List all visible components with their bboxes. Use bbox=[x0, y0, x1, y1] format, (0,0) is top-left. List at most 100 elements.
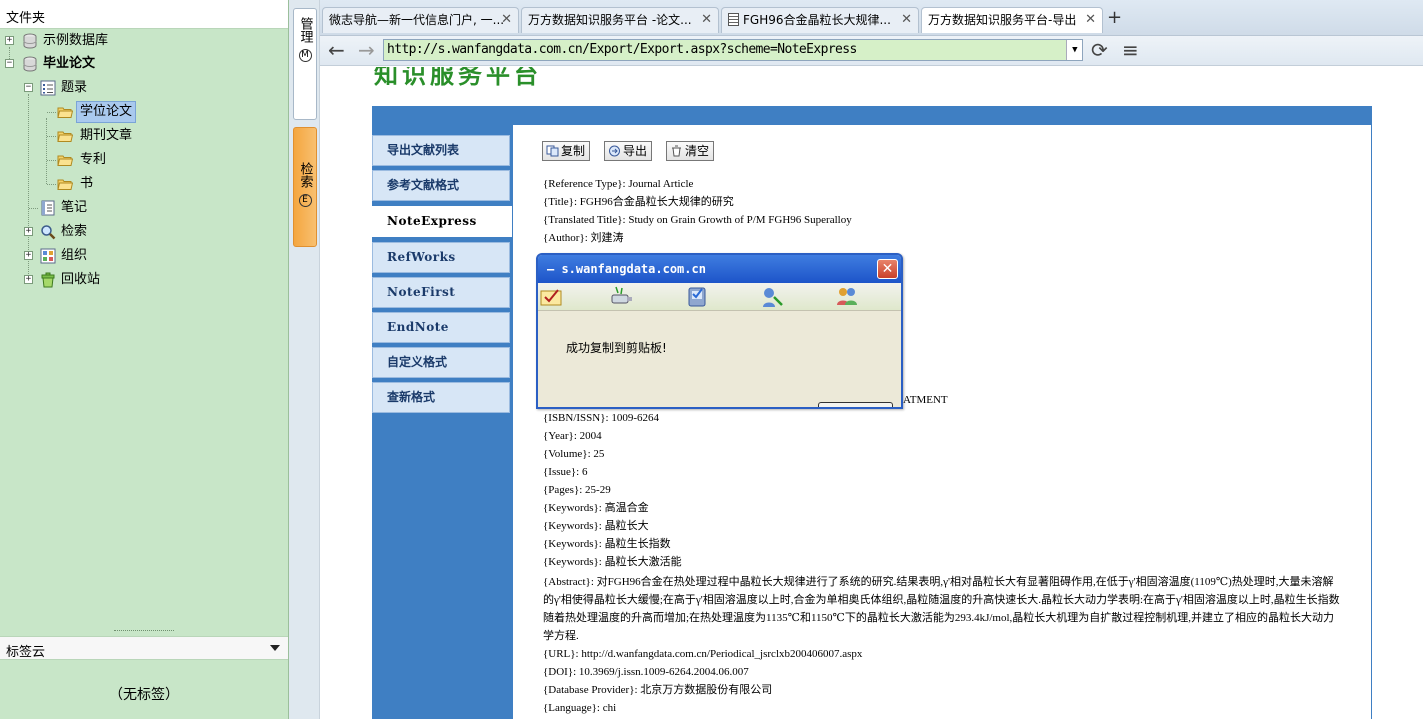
clear-button-label: 清空 bbox=[685, 144, 710, 158]
dropdown-arrow-icon[interactable] bbox=[270, 645, 280, 651]
collapse-toggle[interactable]: − bbox=[24, 83, 33, 92]
close-tab-icon[interactable]: ✕ bbox=[1085, 8, 1096, 32]
ref-line: {Language}: chi bbox=[543, 702, 617, 714]
browser-tab-title: 万方数据知识服务平台-导出 bbox=[928, 13, 1077, 27]
expand-toggle[interactable]: + bbox=[24, 275, 33, 284]
chevron-down-icon[interactable]: ▼ bbox=[1066, 40, 1082, 60]
browser-tab[interactable]: FGH96合金晶粒长大规律... ✕ bbox=[721, 7, 919, 33]
browser-tab-active[interactable]: 万方数据知识服务平台-导出 ✕ bbox=[921, 7, 1103, 33]
ref-line: {DOI}: 10.3969/j.issn.1009-6264.2004.06.… bbox=[543, 666, 749, 678]
ok-button[interactable] bbox=[818, 402, 893, 407]
menu-item-custom-format[interactable]: 自定义格式 bbox=[372, 347, 510, 378]
tag-cloud-header[interactable]: 标签云 bbox=[0, 636, 288, 660]
database-icon bbox=[23, 56, 37, 72]
expand-toggle[interactable]: + bbox=[24, 227, 33, 236]
ref-line: {Issue}: 6 bbox=[543, 466, 588, 478]
list-icon bbox=[40, 80, 56, 96]
folder-tree: + 示例数据库 − 毕业论文 − 题录 学位论文 期刊文章 专利 书 笔记 + … bbox=[0, 30, 288, 630]
close-tab-icon[interactable]: ✕ bbox=[901, 8, 912, 32]
browser-tab-title: FGH96合金晶粒长大规律... bbox=[743, 13, 891, 27]
tree-item-records[interactable]: − 题录 bbox=[0, 77, 289, 99]
tree-item-label: 示例数据库 bbox=[43, 33, 109, 48]
folder-open-icon bbox=[57, 155, 73, 166]
forward-button[interactable]: → bbox=[358, 39, 375, 61]
browser-tab-title: 万方数据知识服务平台 -论文... bbox=[528, 13, 692, 27]
menu-item-noteexpress[interactable]: NoteExpress bbox=[372, 206, 512, 237]
expand-toggle[interactable]: + bbox=[24, 251, 33, 260]
export-button[interactable]: 导出 bbox=[604, 141, 653, 161]
ref-line: {Translated Title}: Study on Grain Growt… bbox=[543, 214, 852, 226]
clear-button[interactable]: 清空 bbox=[666, 141, 715, 161]
recycle-bin-icon bbox=[41, 272, 55, 288]
collapse-toggle[interactable]: − bbox=[5, 59, 14, 68]
browser-tab[interactable]: 万方数据知识服务平台 -论文... ✕ bbox=[521, 7, 719, 33]
tree-item-label: 期刊文章 bbox=[80, 128, 133, 143]
browser-tab-title: 微志导航—新一代信息门户, 一... bbox=[329, 13, 505, 27]
side-tab-strip: 管理 M 检索 E bbox=[289, 0, 320, 719]
tree-item-organize[interactable]: + 组织 bbox=[0, 245, 289, 267]
computer-check-icon bbox=[688, 287, 706, 307]
ref-line: {ISBN/ISSN}: 1009-6264 bbox=[543, 412, 659, 424]
tree-item-books[interactable]: 书 bbox=[0, 173, 289, 195]
tree-item-sample-database[interactable]: + 示例数据库 bbox=[0, 30, 289, 52]
tree-item-thesis[interactable]: − 毕业论文 bbox=[0, 53, 289, 75]
reload-button[interactable]: ⟳ bbox=[1091, 39, 1108, 61]
page-header-band bbox=[372, 106, 1372, 125]
folder-panel-header: 文件夹 bbox=[0, 0, 288, 29]
folder-open-icon bbox=[57, 107, 73, 118]
menu-item-endnote[interactable]: EndNote bbox=[372, 312, 510, 343]
tree-item-label: 专利 bbox=[80, 152, 107, 167]
ref-line: {Keywords}: 晶粒长大激活能 bbox=[543, 556, 682, 568]
tree-item-notes[interactable]: 笔记 bbox=[0, 197, 289, 219]
tree-item-dissertations[interactable]: 学位论文 bbox=[0, 101, 289, 123]
menu-item-export-list[interactable]: 导出文献列表 bbox=[372, 135, 510, 166]
menu-item-refworks[interactable]: RefWorks bbox=[372, 242, 510, 273]
alert-dialog: – s.wanfangdata.com.cn ✕ 成功复制到剪贴板! bbox=[536, 253, 903, 409]
copy-icon bbox=[546, 145, 559, 157]
tab-manage[interactable]: 管理 M bbox=[293, 8, 317, 120]
close-icon[interactable]: ✕ bbox=[877, 259, 898, 279]
tree-item-label: 笔记 bbox=[61, 200, 88, 215]
abstract-text: {Abstract}: 对FGH96合金在热处理过程中晶粒长大规律进行了系统的研… bbox=[543, 576, 1340, 642]
back-button[interactable]: ← bbox=[328, 39, 345, 61]
tree-item-label: 题录 bbox=[61, 80, 88, 95]
export-content: 复制 导出 清空 {Reference Type}: Journal Artic… bbox=[512, 125, 1372, 719]
database-icon bbox=[23, 33, 37, 49]
tag-cloud-empty-text: （无标签） bbox=[109, 687, 179, 703]
close-tab-icon[interactable]: ✕ bbox=[501, 8, 512, 32]
tree-item-search[interactable]: + 检索 bbox=[0, 221, 289, 243]
ref-line: {URL}: http://d.wanfangdata.com.cn/Perio… bbox=[543, 648, 863, 660]
tab-search[interactable]: 检索 E bbox=[293, 127, 317, 247]
folder-panel: 文件夹 + 示例数据库 − 毕业论文 − 题录 学位论文 期刊文章 专利 书 笔… bbox=[0, 0, 289, 719]
browser-tab-bar: 微志导航—新一代信息门户, 一... ✕ 万方数据知识服务平台 -论文... ✕… bbox=[320, 0, 1423, 36]
tree-item-journal-articles[interactable]: 期刊文章 bbox=[0, 125, 289, 147]
export-format-menu: 导出文献列表 参考文献格式 NoteExpress RefWorks NoteF… bbox=[372, 125, 512, 719]
magnifier-icon bbox=[41, 225, 56, 240]
usb-drive-icon bbox=[611, 286, 632, 304]
expand-toggle[interactable]: + bbox=[5, 36, 14, 45]
menu-item-novelty-format[interactable]: 查新格式 bbox=[372, 382, 510, 413]
dialog-title: – s.wanfangdata.com.cn bbox=[538, 255, 901, 283]
ref-line: {Pages}: 25-29 bbox=[543, 484, 611, 496]
ref-line: {Reference Type}: Journal Article bbox=[543, 178, 694, 190]
export-icon bbox=[609, 145, 620, 157]
browser-tab[interactable]: 微志导航—新一代信息门户, 一... ✕ bbox=[322, 7, 519, 33]
address-bar[interactable]: http://s.wanfangdata.com.cn/Export/Expor… bbox=[383, 39, 1083, 61]
menu-button[interactable]: ≡ bbox=[1122, 39, 1139, 61]
tree-item-label: 检索 bbox=[61, 224, 88, 239]
close-tab-icon[interactable]: ✕ bbox=[701, 8, 712, 32]
tree-item-recycle-bin[interactable]: + 回收站 bbox=[0, 269, 289, 291]
ref-line: {Title}: FGH96合金晶粒长大规律的研究 bbox=[543, 196, 734, 208]
panel-splitter[interactable] bbox=[114, 630, 174, 633]
menu-item-reference-format[interactable]: 参考文献格式 bbox=[372, 170, 510, 201]
ref-line: {Year}: 2004 bbox=[543, 430, 602, 442]
menu-item-notefirst[interactable]: NoteFirst bbox=[372, 277, 510, 308]
dialog-message: 成功复制到剪贴板! bbox=[566, 341, 667, 355]
tab-manage-shortcut: M bbox=[298, 49, 312, 62]
new-tab-button[interactable]: + bbox=[1107, 8, 1122, 28]
tag-cloud-body: （无标签） bbox=[0, 660, 288, 719]
copy-button[interactable]: 复制 bbox=[542, 141, 591, 161]
users-icon bbox=[837, 288, 857, 305]
tree-item-patents[interactable]: 专利 bbox=[0, 149, 289, 171]
ref-line-fragment: ATMENT bbox=[903, 394, 948, 406]
